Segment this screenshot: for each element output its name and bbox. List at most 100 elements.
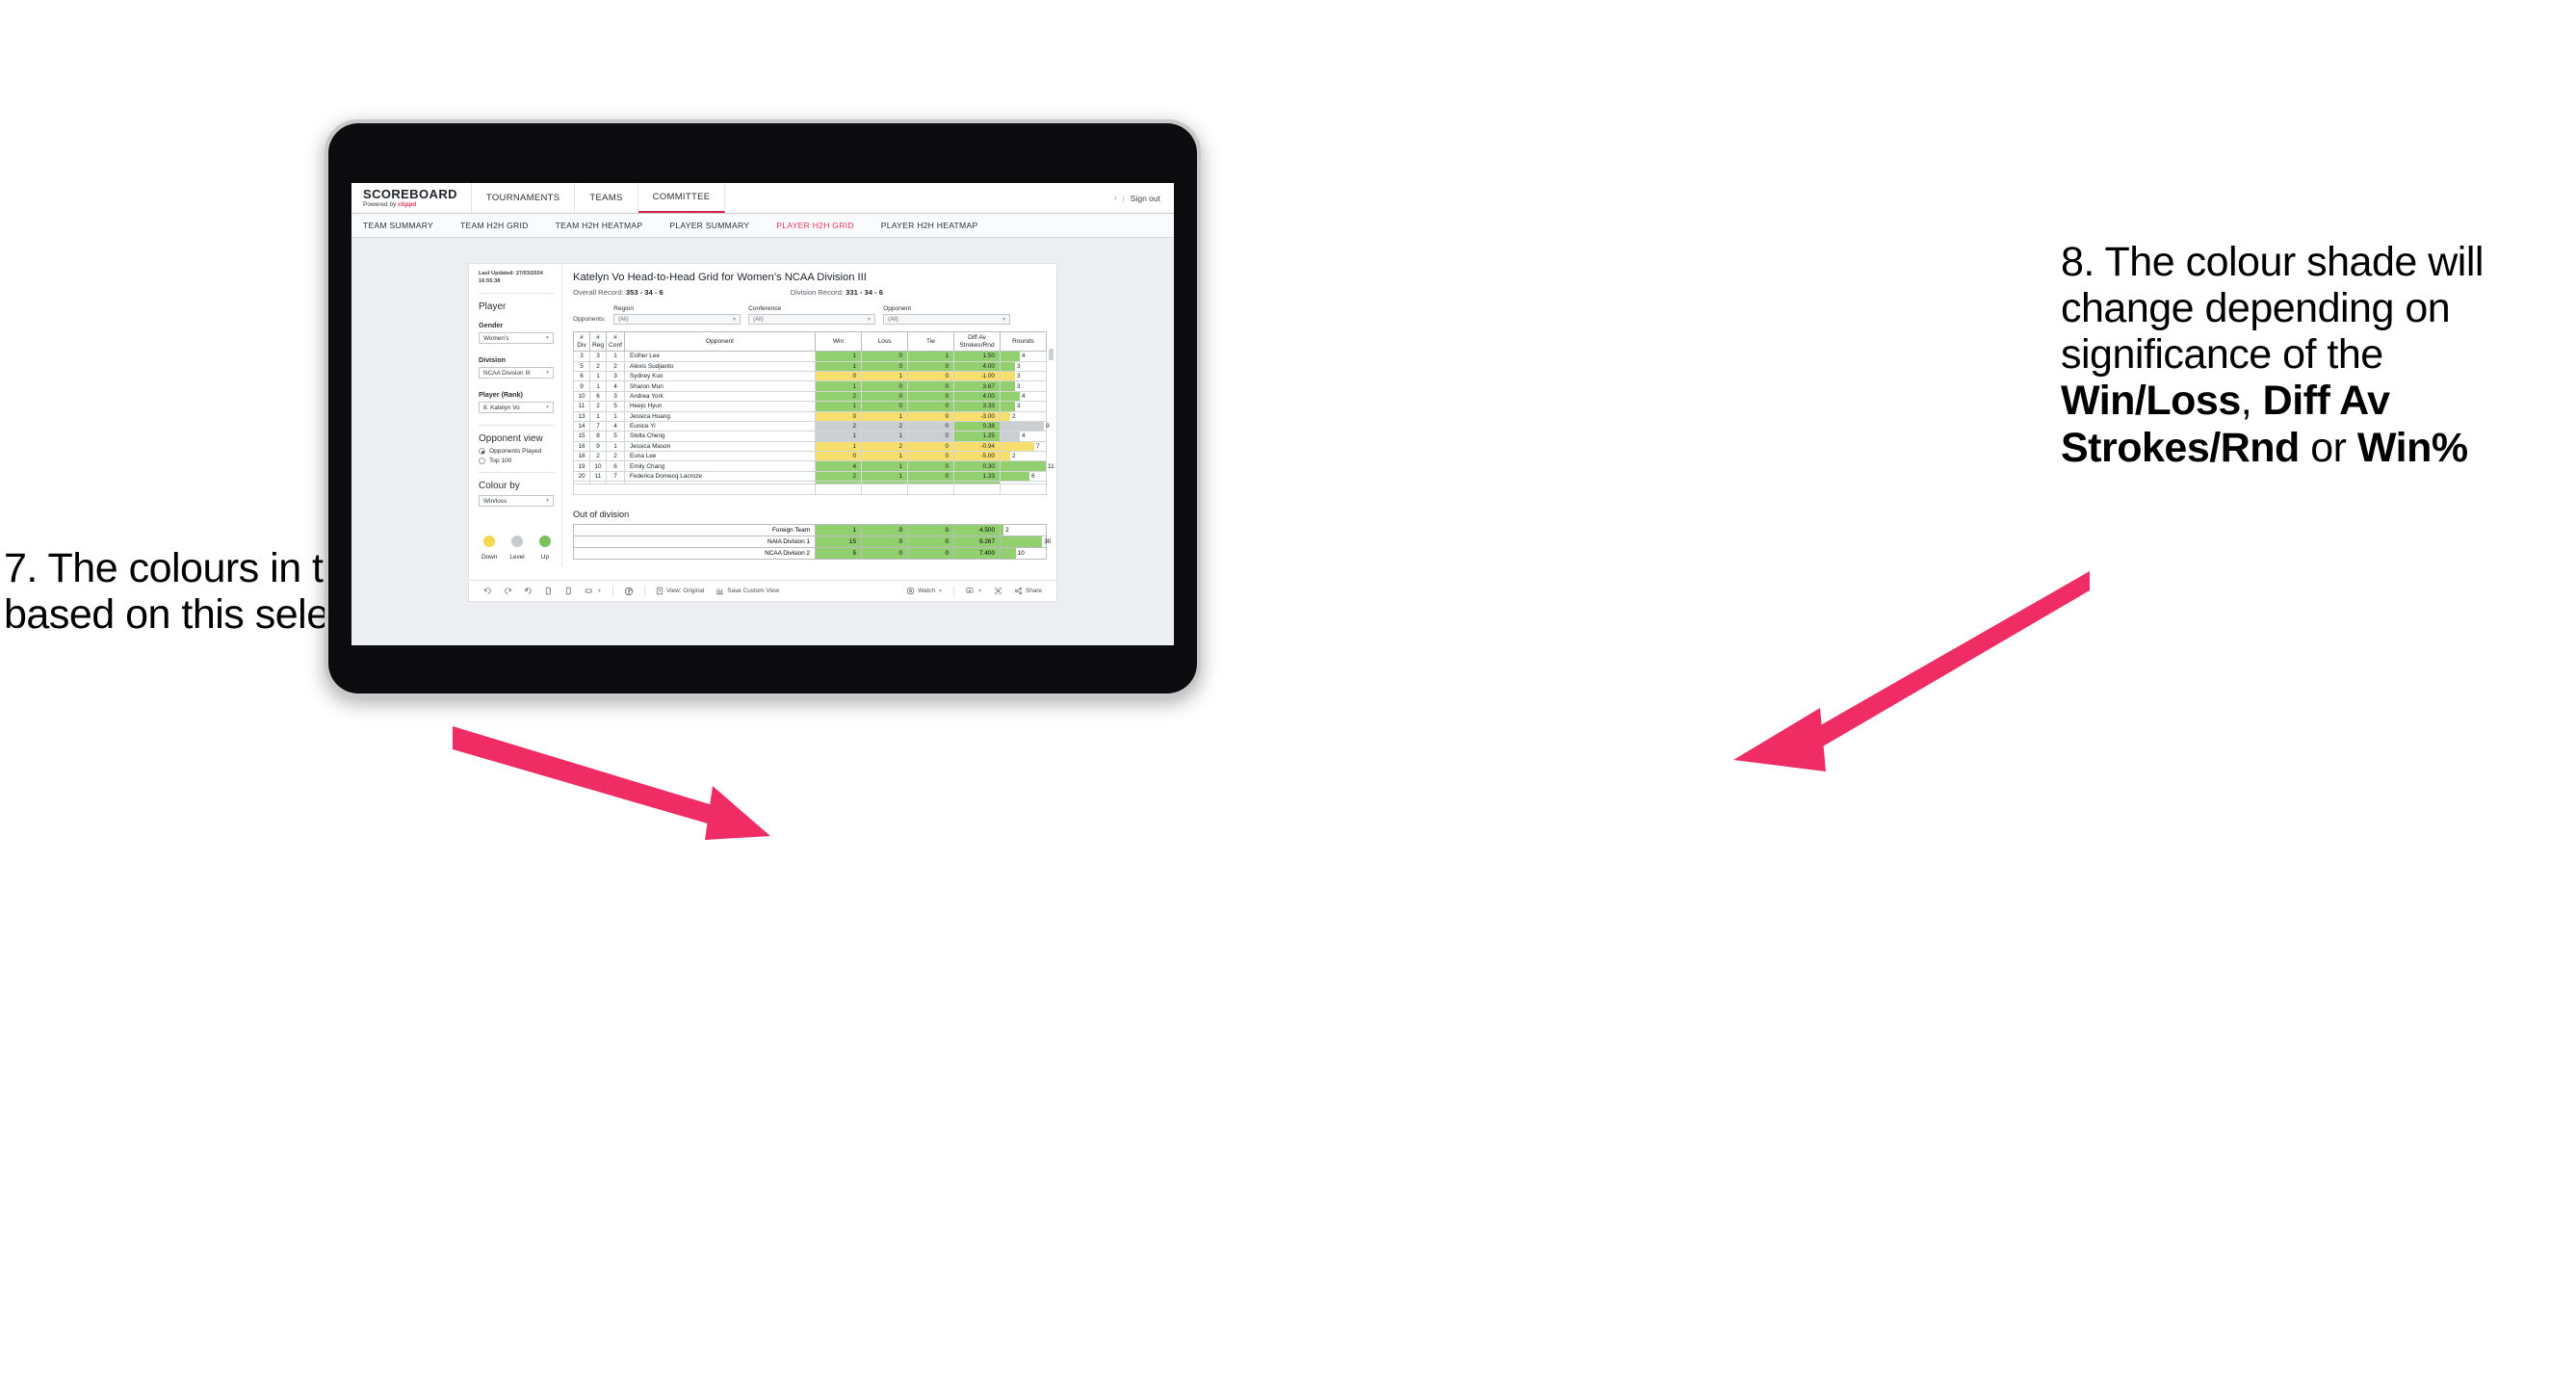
table-row[interactable]: 5 2 2 Alexis Sudjianto 1 0 0 4.00 3 [573, 360, 1047, 372]
table-row[interactable]: 10 6 3 Andrea York 2 0 0 4.00 4 [573, 390, 1047, 403]
save-custom-view-button[interactable]: Save Custom View [710, 587, 785, 595]
panel-divider-3 [479, 472, 554, 474]
chevron-down-icon[interactable]: ▼ [545, 405, 550, 410]
chevron-down-icon[interactable]: ▼ [1002, 317, 1006, 323]
cell-win: 1 [815, 523, 862, 536]
grid-header-reg[interactable]: # Reg [589, 330, 607, 353]
out-of-division-row[interactable]: NAIA Division 1 15 0 0 9.267 30 [573, 535, 1051, 548]
brand-logo[interactable]: SCOREBOARD Powered by clippd [351, 183, 472, 213]
table-row[interactable]: 18 2 2 Euna Lee 0 1 0 -5.00 2 [573, 451, 1047, 462]
subtab-player-summary[interactable]: PLAYER SUMMARY [669, 221, 766, 230]
radio-icon-selected[interactable] [479, 448, 485, 456]
cell-loss: 1 [861, 370, 908, 382]
cell-diff: 9.267 [953, 535, 1001, 548]
cell-reg: 3 [589, 351, 607, 362]
view-original-button[interactable]: View: Original [650, 587, 710, 595]
chevron-down-icon[interactable]: ▼ [545, 370, 550, 376]
pause-updates-button[interactable] [559, 587, 579, 595]
grid-header-div[interactable]: # Div [573, 330, 590, 353]
grid-header-win[interactable]: Win [815, 330, 862, 353]
radio-opponents-played[interactable]: Opponents Played [479, 448, 554, 456]
table-row[interactable]: 13 1 1 Jessica Huang 0 1 0 -3.00 2 [573, 410, 1047, 422]
table-row[interactable]: 3 3 1 Esther Lee 1 0 1 1.50 4 [573, 351, 1047, 362]
chevron-down-icon[interactable]: ▼ [545, 498, 550, 504]
cell-tie: 0 [907, 470, 954, 483]
nav-tab-teams[interactable]: TEAMS [575, 183, 638, 213]
undo-button[interactable] [478, 587, 498, 595]
table-row[interactable]: 19 10 6 Emily Chang 4 1 0 0.30 11 [573, 460, 1054, 472]
subtab-team-h2h-grid[interactable]: TEAM H2H GRID [460, 221, 545, 230]
h2h-grid-container: # Div # Reg # Conf Opponent Win Loss Tie Diff Av St… [573, 330, 1054, 495]
chevron-down-icon[interactable]: ▼ [732, 317, 737, 323]
table-row[interactable]: 9 1 4 Sharon Mun 1 0 0 3.67 3 [573, 380, 1047, 392]
table-row[interactable]: 6 1 3 Sydney Kuo 0 1 0 -1.00 3 [573, 370, 1047, 382]
filter-opponent-select[interactable]: (All) ▼ [883, 314, 1011, 325]
out-of-division-row[interactable]: NCAA Division 2 5 0 0 7.400 10 [573, 546, 1047, 560]
table-row[interactable]: 15 8 5 Stella Cheng 1 1 0 1.25 4 [573, 431, 1047, 442]
cell-diff: 7.400 [953, 546, 1001, 560]
chevron-down-icon[interactable]: ▼ [867, 317, 872, 323]
grid-header-loss[interactable]: Loss [861, 330, 908, 353]
fullscreen-button[interactable] [988, 587, 1008, 595]
refresh-data-button[interactable] [538, 587, 559, 595]
filter-conference-select[interactable]: (All) ▼ [748, 314, 876, 325]
rounds-value: 6 [1031, 473, 1035, 481]
cell-win: 1 [815, 360, 862, 372]
chevron-down-icon[interactable]: ▼ [977, 588, 982, 594]
share-button[interactable]: Share [1008, 587, 1048, 595]
revert-button[interactable] [518, 587, 538, 595]
subtab-player-h2h-heatmap[interactable]: PLAYER H2H HEATMAP [881, 221, 995, 230]
nav-tab-tournaments[interactable]: TOURNAMENTS [472, 183, 576, 213]
cell-win: 0 [815, 370, 862, 382]
cell-diff: 0.38 [953, 420, 1001, 432]
show-hide-button[interactable] [618, 587, 639, 596]
watch-button[interactable]: Watch ▼ [900, 587, 949, 595]
colour-by-select[interactable]: Win/loss ▼ [479, 495, 554, 508]
cell-opponent: Sydney Kuo [624, 370, 816, 382]
radio-icon-unselected[interactable] [479, 458, 485, 465]
signout-link[interactable]: Sign out [1131, 194, 1160, 203]
filter-conference-value: (All) [753, 316, 764, 323]
subtab-team-h2h-heatmap[interactable]: TEAM H2H HEATMAP [556, 221, 660, 230]
grid-vertical-scrollbar[interactable] [1049, 349, 1054, 360]
redo-button[interactable] [498, 587, 518, 595]
table-row[interactable]: 11 2 5 Heejo Hyun 1 0 0 3.33 3 [573, 401, 1047, 412]
table-row[interactable]: 20 11 7 Federica Domecq Lacroze 2 1 0 1.33 6 [573, 470, 1047, 483]
signout-group[interactable]: › | Sign out [1101, 183, 1174, 213]
filler-cell [861, 484, 908, 495]
chevron-right-icon[interactable]: › [1114, 194, 1117, 202]
download-button[interactable]: ▼ [959, 587, 988, 595]
subtab-player-h2h-grid[interactable]: PLAYER H2H GRID [776, 221, 870, 230]
grid-header-conf[interactable]: # Conf [606, 330, 625, 353]
grid-header-tie[interactable]: Tie [907, 330, 954, 353]
out-of-division-row[interactable]: Foreign Team 1 0 0 4.500 2 [573, 523, 1047, 536]
rounds-value: 11 [1048, 462, 1054, 470]
workbook-body: Last Updated: 27/03/2024 16:55:38 Player… [469, 264, 1056, 567]
grid-header-rounds[interactable]: Rounds [1000, 330, 1047, 353]
player-rank-label: Player (Rank) [479, 390, 523, 400]
player-rank-select[interactable]: 8. Katelyn Vo ▼ [479, 402, 554, 414]
gender-select[interactable]: Women’s ▼ [479, 332, 554, 345]
nav-tab-committee[interactable]: COMMITTEE [637, 183, 726, 213]
radio-top-100[interactable]: Top 100 [479, 458, 554, 465]
grid-header-opponent[interactable]: Opponent [624, 330, 816, 353]
grid-header-diff-av-strokes-rnd[interactable]: Diff Av Strokes/Rnd [953, 330, 1001, 353]
division-select[interactable]: NCAA Division III ▼ [479, 367, 554, 379]
rounds-bar [1001, 547, 1016, 559]
cell-rounds: 3 [1000, 370, 1047, 382]
cell-rounds: 3 [1000, 401, 1047, 412]
device-layout-button[interactable]: ▼ [579, 587, 608, 595]
table-row[interactable]: 16 9 1 Jessica Mason 1 2 0 -0.94 7 [573, 440, 1047, 453]
filter-region-select[interactable]: (All) ▼ [613, 314, 742, 325]
sub-navigation-bar: TEAM SUMMARY TEAM H2H GRID TEAM H2H HEAT… [351, 214, 1174, 238]
table-row[interactable]: 14 7 4 Eunice Yi 2 2 0 0.38 9 [573, 420, 1050, 432]
cell-tie: 0 [907, 410, 954, 422]
chevron-down-icon[interactable]: ▼ [597, 588, 602, 594]
chevron-down-icon[interactable]: ▼ [938, 588, 943, 594]
chevron-down-icon[interactable]: ▼ [545, 335, 550, 341]
annotation-left-arrow [453, 726, 770, 840]
cell-div: 13 [573, 410, 590, 422]
overall-record-label: Overall Record: [573, 288, 626, 297]
cell-loss: 0 [861, 380, 908, 392]
subtab-team-summary[interactable]: TEAM SUMMARY [363, 221, 450, 230]
